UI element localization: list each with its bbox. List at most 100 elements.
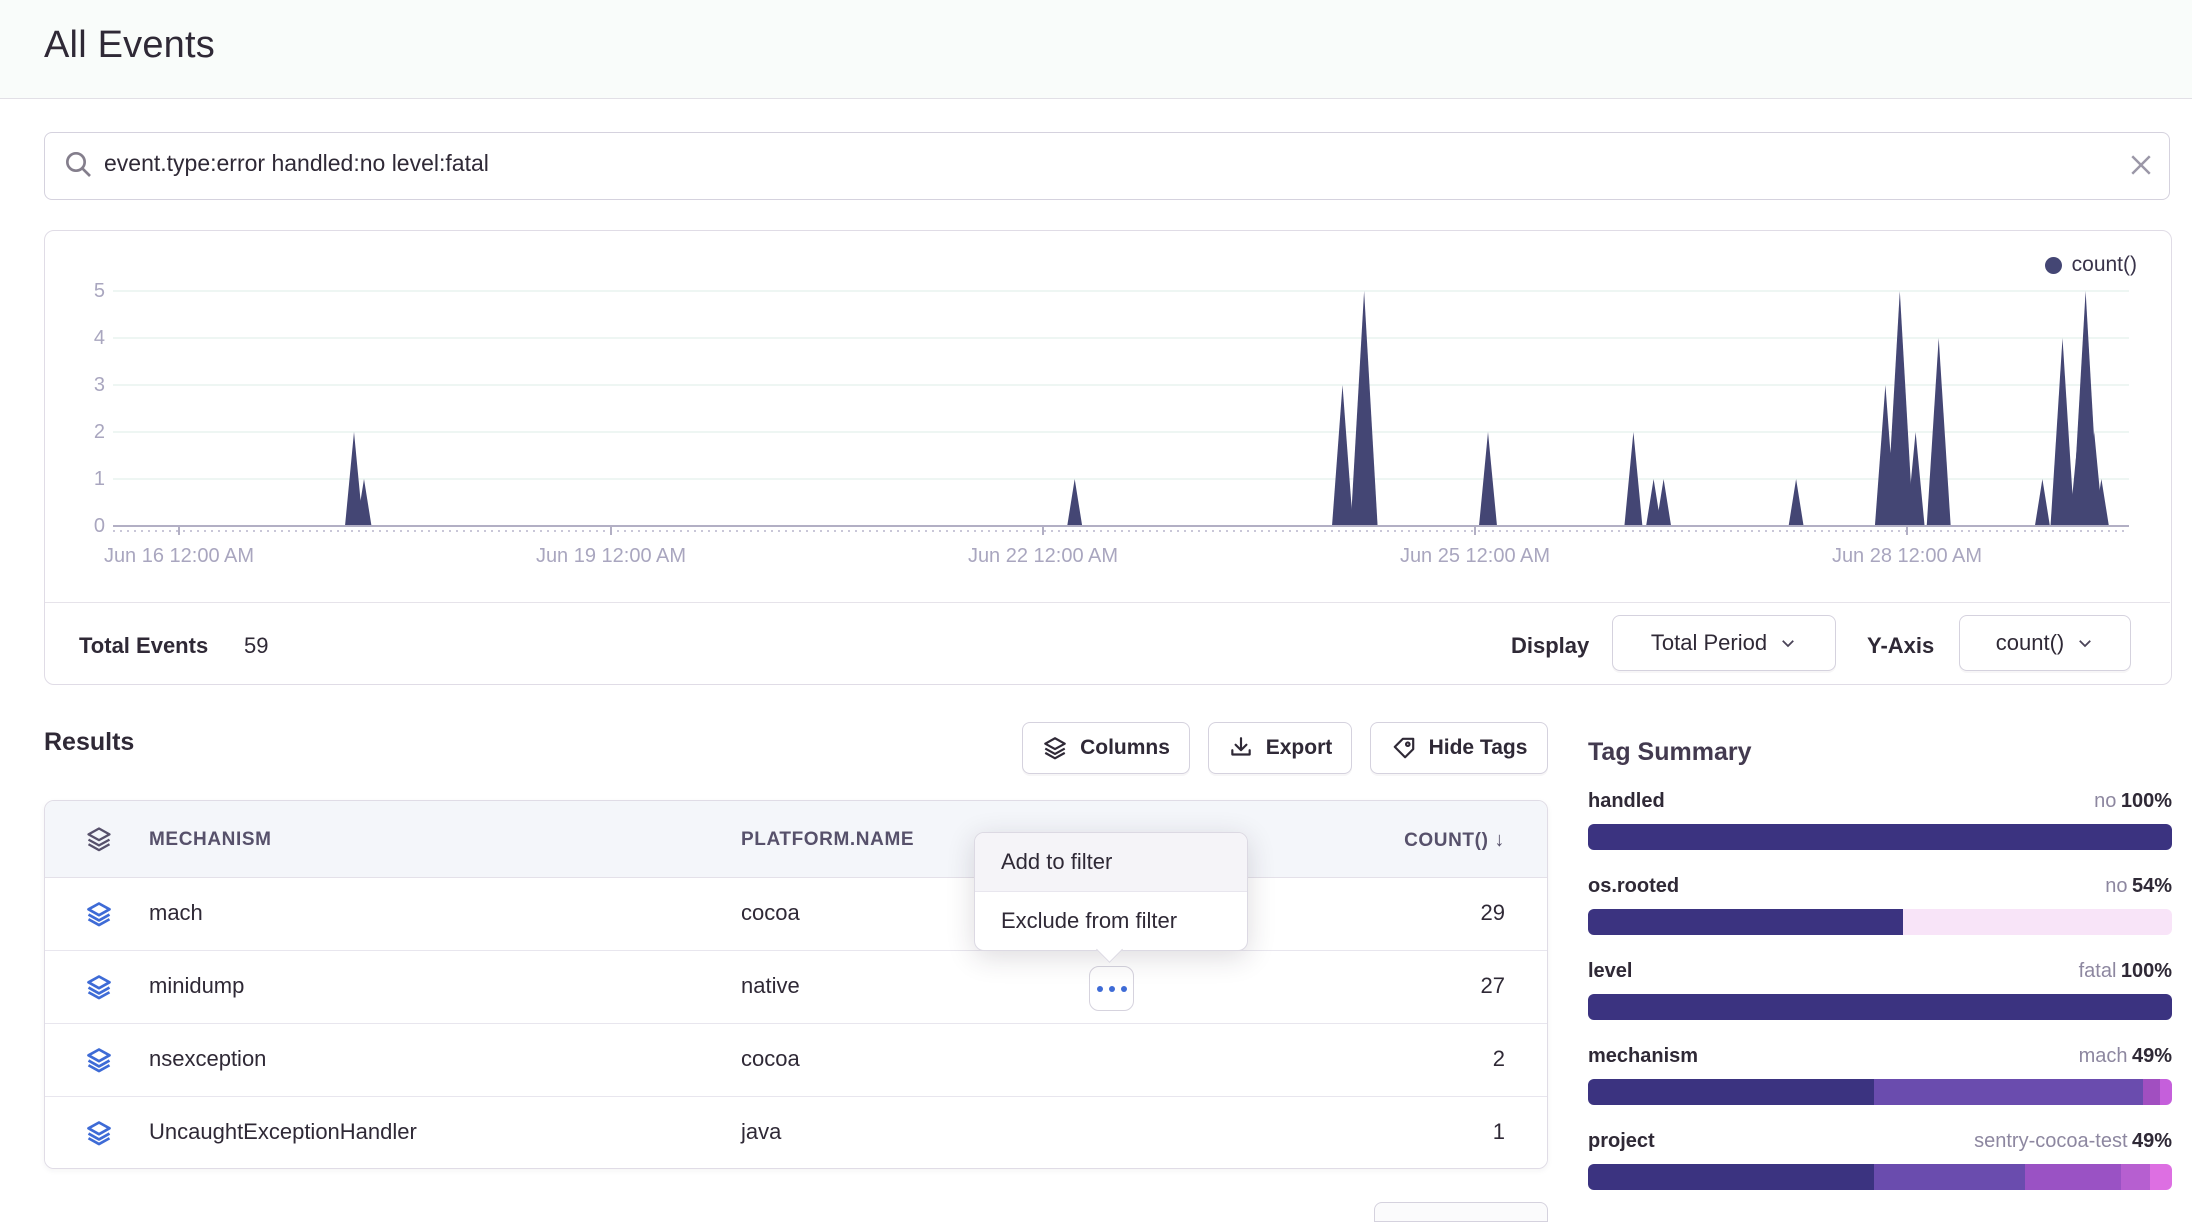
tag-item-header: handledno 100% [1588,790,2172,813]
tag-summary-title: Tag Summary [1588,738,1751,767]
events-chart-panel: count() 012345 Jun 16 12:00 AMJun 19 12:… [44,230,2172,685]
results-title: Results [44,728,134,757]
tag-bar-segment[interactable] [2025,1164,2121,1190]
cell-platform[interactable]: java [741,1119,781,1145]
x-tick-label: Jun 19 12:00 AM [501,545,721,568]
cell-mechanism[interactable]: mach [149,900,203,926]
search-query[interactable]: event.type:error handled:no level:fatal [104,150,489,177]
tag-bar[interactable] [1588,909,2172,935]
x-tick-label: Jun 28 12:00 AM [1797,545,2017,568]
cell-platform[interactable]: cocoa [741,900,800,926]
tag-bar-segment[interactable] [2143,1079,2161,1105]
export-button[interactable]: Export [1208,722,1352,774]
chart-footer: Total Events 59 Display Total Period Y-A… [45,602,2170,685]
ellipsis-dot [1097,986,1103,992]
tag-item-header: os.rooted no 54% [1588,875,2172,898]
pagination-buttons[interactable] [1374,1202,1548,1222]
y-tick-label: 4 [45,326,105,350]
cell-mechanism[interactable]: nsexception [149,1046,266,1072]
tag-bar-segment[interactable] [1588,824,2172,850]
display-dropdown[interactable]: Total Period [1612,615,1836,671]
cell-mechanism[interactable]: minidump [149,973,244,999]
tag-item-header: project sentry-cocoa-test 49% [1588,1130,2172,1153]
tag-name: mechanism [1588,1045,1698,1068]
cell-actions-button[interactable] [1089,966,1134,1011]
y-tick-label: 0 [45,514,105,538]
tag-bar-segment[interactable] [1874,1164,2025,1190]
export-button-label: Export [1266,736,1333,760]
tag-bar-segment[interactable] [1903,909,2172,935]
tag-bar-segment[interactable] [2121,1164,2150,1190]
tag-item-header: level fatal 100% [1588,960,2172,983]
tag-bar[interactable] [1588,1164,2172,1190]
hide-tags-button-label: Hide Tags [1429,736,1528,760]
yaxis-dropdown-value: count() [1996,630,2064,656]
cell-platform[interactable]: cocoa [741,1046,800,1072]
table-header: MECHANISM PLATFORM.NAME COUNT() ↓ [45,801,1547,878]
tag-bar-segment[interactable] [1874,1079,2143,1105]
cell-count[interactable]: 2 [1493,1046,1505,1072]
tag-name: level [1588,960,1632,983]
tag-item-header: mechanism mach 49% [1588,1045,2172,1068]
layers-icon [85,1119,113,1147]
tag-top-value: fatal [2079,960,2117,982]
table-row[interactable]: nsexception cocoa 2 [45,1024,1547,1097]
y-tick-label: 2 [45,420,105,444]
y-tick-label: 3 [45,373,105,397]
cell-count[interactable]: 1 [1493,1119,1505,1145]
ellipsis-dot [1109,986,1115,992]
yaxis-dropdown[interactable]: count() [1959,615,2131,671]
column-header-platform[interactable]: PLATFORM.NAME [741,829,914,851]
tag-icon [1391,735,1417,761]
tag-bar-segment[interactable] [1588,1164,1874,1190]
tag-top-value: sentry-cocoa-test [1974,1130,2127,1152]
top-header [0,0,2192,99]
menu-item-add-to-filter[interactable]: Add to filter [975,833,1247,892]
tag-name: project [1588,1130,1655,1153]
cell-count[interactable]: 29 [1481,900,1505,926]
results-table: MECHANISM PLATFORM.NAME COUNT() ↓ mach co… [44,800,1548,1169]
column-header-mechanism[interactable]: MECHANISM [149,829,272,851]
tag-bar-segment[interactable] [1588,909,1903,935]
tag-top-pct: 100% [2121,960,2172,982]
cell-platform[interactable]: native [741,973,800,999]
download-icon [1228,735,1254,761]
tag-top-pct: 49% [2132,1130,2172,1152]
table-row[interactable]: mach cocoa 29 [45,878,1547,951]
tag-name: os.rooted [1588,875,1679,898]
layers-icon [85,825,113,853]
tag-bar-segment[interactable] [1588,1079,1874,1105]
hide-tags-button[interactable]: Hide Tags [1370,722,1548,774]
tag-name: handled [1588,790,1665,813]
x-tick-label: Jun 22 12:00 AM [933,545,1153,568]
tag-top-pct: 49% [2132,1045,2172,1067]
tag-top-pct: 54% [2132,875,2172,897]
layers-icon [85,900,113,928]
cell-count[interactable]: 27 [1481,973,1505,999]
page-title: All Events [44,24,215,67]
y-tick-label: 1 [45,467,105,491]
tag-top-pct: 100% [2121,790,2172,812]
tag-bar-segment[interactable] [2150,1164,2172,1190]
x-tick-label: Jun 16 12:00 AM [69,545,289,568]
cell-mechanism[interactable]: UncaughtExceptionHandler [149,1119,417,1145]
table-row[interactable]: minidump native 27 [45,951,1547,1024]
table-row[interactable]: UncaughtExceptionHandler java 1 [45,1097,1547,1169]
clear-search-icon[interactable] [2126,150,2156,180]
columns-button[interactable]: Columns [1022,722,1190,774]
tag-bar[interactable] [1588,1079,2172,1105]
column-header-count[interactable]: COUNT() ↓ [1404,829,1505,852]
layers-icon [1042,735,1068,761]
x-tick-label: Jun 25 12:00 AM [1365,545,1585,568]
layers-icon [85,1046,113,1074]
ellipsis-dot [1121,986,1127,992]
total-events-value: 59 [244,633,268,659]
tag-top-value: mach [2079,1045,2128,1067]
sort-desc-icon: ↓ [1494,829,1505,851]
tag-bar[interactable] [1588,994,2172,1020]
tag-bar[interactable] [1588,824,2172,850]
tag-bar-segment[interactable] [1588,994,2172,1020]
tag-top-value: no [2105,875,2127,897]
tag-bar-segment[interactable] [2160,1079,2172,1105]
display-label: Display [1511,633,1589,659]
